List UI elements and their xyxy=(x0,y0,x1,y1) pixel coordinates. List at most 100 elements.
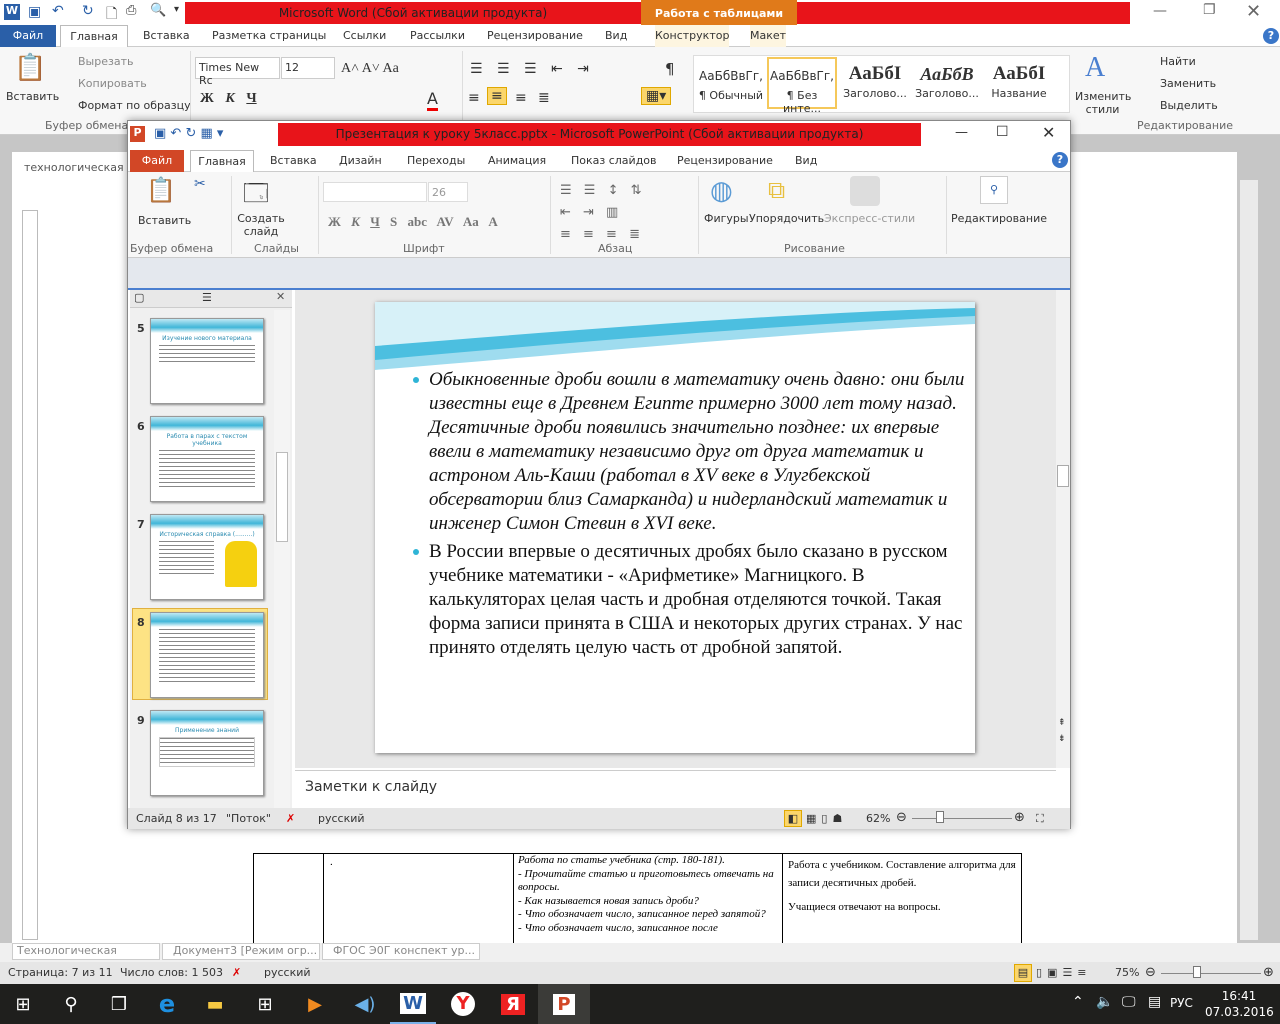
font-name-select[interactable]: Times New Rc xyxy=(195,57,280,87)
yandex-browser-icon[interactable]: Y xyxy=(440,984,486,1024)
tab-slideshow[interactable]: Показ слайдов xyxy=(571,150,657,172)
help-icon[interactable]: ? xyxy=(1263,28,1279,44)
table-cell-instructions[interactable]: Работа по статье учебника (стр. 180-181)… xyxy=(513,854,782,946)
print-layout-view-icon[interactable]: ▤ xyxy=(1014,964,1032,982)
slide-thumbnail[interactable]: Применение знаний xyxy=(150,710,264,796)
view-buttons[interactable]: ▦▯☗ xyxy=(806,808,847,829)
slides-tab-icon[interactable]: ▢ xyxy=(134,291,144,304)
tab-view[interactable]: Вид xyxy=(605,25,627,47)
redo-icon[interactable]: ↻ xyxy=(82,3,94,19)
font-format-buttons[interactable]: Ж К Ч S abc AV Aa A xyxy=(328,214,498,230)
zoom-level[interactable]: 62% xyxy=(866,808,890,829)
word-app-icon[interactable]: W xyxy=(4,4,20,20)
change-styles-icon[interactable]: A xyxy=(1085,52,1105,84)
normal-view-icon[interactable]: ◧ xyxy=(784,810,802,827)
paste-button[interactable]: Вставить xyxy=(138,214,191,227)
paste-button[interactable]: Вставить xyxy=(6,90,59,103)
spellcheck-icon[interactable]: ✗ xyxy=(232,962,241,984)
tab-review[interactable]: Рецензирование xyxy=(677,150,773,172)
format-painter-button[interactable]: Формат по образцу xyxy=(78,99,191,112)
close-button[interactable]: ✕ xyxy=(1246,1,1261,22)
paragraph-buttons[interactable]: ☰ ☰ ↕ ⇅ ⇤ ⇥ ▥ ≡ ≡ ≡ ≣ xyxy=(560,180,680,246)
yandex-icon[interactable]: Я xyxy=(490,984,536,1024)
font-size-select[interactable]: 12 xyxy=(281,57,335,79)
doc-tab[interactable]: ФГОС Э0Г конспект ур... xyxy=(322,943,480,960)
find-icon[interactable]: ⚲ xyxy=(980,176,1008,204)
font-name-select[interactable] xyxy=(323,182,427,202)
zoom-slider[interactable]: ⊖ ⊕ xyxy=(1145,965,1277,980)
borders-icon[interactable]: ▦▾ xyxy=(641,87,672,105)
style-heading1[interactable]: АаБбI Заголово... xyxy=(840,59,910,100)
tab-mailings[interactable]: Рассылки xyxy=(410,25,465,47)
show-hidden-icons[interactable]: ⌃ xyxy=(1072,994,1084,1010)
doc-tab[interactable]: Документ3 [Режим огр... xyxy=(162,943,320,960)
preview-icon[interactable]: 🔍 xyxy=(150,3,166,18)
tab-file[interactable]: Файл xyxy=(130,150,184,172)
style-title[interactable]: АаБбI Название xyxy=(985,59,1053,100)
tab-animations[interactable]: Анимация xyxy=(488,150,546,172)
next-slide-icon[interactable]: ⇟ xyxy=(1058,734,1066,744)
tab-review[interactable]: Рецензирование xyxy=(487,25,583,47)
editing-button[interactable]: Редактирование xyxy=(951,212,1047,225)
change-styles-button[interactable]: Изменить стили xyxy=(1075,90,1131,116)
style-heading2[interactable]: АаБбВ Заголово... xyxy=(912,59,982,100)
search-icon[interactable]: ⚲ xyxy=(48,984,94,1024)
print-icon[interactable]: ⎙ xyxy=(126,3,136,18)
new-slide-button[interactable]: Создать слайд xyxy=(236,212,286,238)
notes-pane[interactable]: Заметки к слайду xyxy=(295,770,1056,808)
file-explorer-icon[interactable]: ▬ xyxy=(192,984,238,1024)
tab-layout[interactable]: Макет xyxy=(750,25,787,47)
quick-styles-icon[interactable] xyxy=(850,176,880,206)
arrange-button[interactable]: Упорядочить xyxy=(749,212,824,225)
copy-button[interactable]: Копировать xyxy=(78,77,147,90)
outline-tab-icon[interactable]: ☰ xyxy=(202,291,212,304)
minimize-button[interactable]: — xyxy=(955,125,968,140)
tab-home[interactable]: Главная xyxy=(60,25,128,47)
table-cell-activity[interactable]: Работа с учебником. Составление алгоритм… xyxy=(782,854,1022,946)
spellcheck-icon[interactable]: ✗ xyxy=(286,808,295,829)
tab-page-layout[interactable]: Разметка страницы xyxy=(212,25,326,47)
notifications-icon[interactable]: ▤ xyxy=(1148,994,1161,1010)
slide-count[interactable]: Слайд 8 из 17 xyxy=(136,808,217,829)
align-center-icon[interactable]: ≡ xyxy=(487,87,507,105)
table-cell[interactable]: . xyxy=(323,854,513,946)
tab-design[interactable]: Дизайн xyxy=(339,150,382,172)
style-normal[interactable]: АаБбВвГг, ¶ Обычный xyxy=(696,59,766,102)
slide-thumbnail[interactable]: Историческая справка (.........) xyxy=(150,514,264,600)
new-doc-icon[interactable]: 🗋 xyxy=(106,3,117,27)
find-button[interactable]: Найти xyxy=(1160,55,1196,68)
shapes-button[interactable]: Фигуры xyxy=(704,212,749,225)
tab-view[interactable]: Вид xyxy=(795,150,817,172)
tab-transitions[interactable]: Переходы xyxy=(407,150,465,172)
ppt-app-icon[interactable]: P xyxy=(130,126,145,142)
font-color-icon[interactable]: A xyxy=(427,89,438,111)
task-view-icon[interactable]: ❒ xyxy=(96,984,142,1024)
input-language[interactable]: РУС xyxy=(1170,996,1193,1010)
paste-icon[interactable]: 📋 xyxy=(14,53,46,83)
powerpoint-taskbar-icon[interactable]: P xyxy=(538,984,590,1024)
slide-thumbnail[interactable]: Работа в парах с текстом учебника xyxy=(150,416,264,502)
maximize-button[interactable]: ☐ xyxy=(996,124,1009,140)
word-count[interactable]: Число слов: 1 503 xyxy=(120,962,223,984)
view-buttons[interactable]: ▯▣☰≡ xyxy=(1036,962,1092,984)
shapes-icon[interactable]: ◍ xyxy=(710,176,733,206)
volume-icon[interactable]: 🔈 xyxy=(1096,994,1113,1010)
help-icon[interactable]: ? xyxy=(1052,152,1068,168)
font-size-select[interactable]: 26 xyxy=(428,182,468,202)
bullets-icon[interactable]: ☰ ☰ ☰ ⇤ ⇥ xyxy=(470,61,589,77)
prev-slide-icon[interactable]: ⇞ xyxy=(1058,718,1066,728)
doc-tab[interactable]: Технологическая карта... xyxy=(12,943,160,960)
restore-button[interactable]: ❐ xyxy=(1203,2,1216,18)
word-taskbar-icon[interactable]: W xyxy=(390,984,436,1024)
justify-icon[interactable]: ≣ xyxy=(538,90,550,106)
paste-icon[interactable]: 📋 xyxy=(146,176,176,204)
edge-icon[interactable]: e xyxy=(144,984,190,1024)
zoom-slider[interactable]: ⊖ ⊕ xyxy=(896,810,1028,825)
undo-icon[interactable]: ↶ xyxy=(52,3,64,19)
close-pane-icon[interactable]: ✕ xyxy=(276,290,285,303)
thumbnails-scrollbar[interactable] xyxy=(274,310,290,808)
minimize-button[interactable]: — xyxy=(1153,3,1167,19)
store-icon[interactable]: ⊞ xyxy=(242,984,288,1024)
slide-thumbnail[interactable]: Изучение нового материала xyxy=(150,318,264,404)
grow-font-icon[interactable]: A˄ A˅ Aa xyxy=(341,61,399,77)
